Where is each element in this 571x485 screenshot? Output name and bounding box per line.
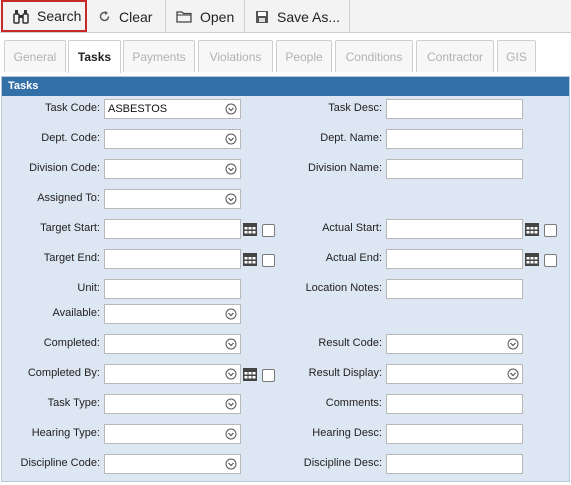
task-desc-input[interactable] bbox=[386, 99, 523, 119]
assigned-to-select[interactable] bbox=[104, 189, 241, 209]
result-code-select[interactable] bbox=[386, 334, 523, 354]
chevron-down-icon bbox=[225, 308, 237, 320]
completed-label: Completed: bbox=[43, 337, 100, 349]
task-type-select[interactable] bbox=[104, 394, 241, 414]
target-end-label: Target End: bbox=[43, 252, 100, 264]
discipline-desc-label: Discipline Desc: bbox=[303, 457, 382, 469]
actual-end-input[interactable] bbox=[386, 249, 523, 269]
hearing-type-select[interactable] bbox=[104, 424, 241, 444]
task-code-select[interactable]: ASBESTOS bbox=[104, 99, 241, 119]
clear-button-label: Clear bbox=[119, 8, 153, 25]
panel-title: Tasks bbox=[2, 77, 569, 96]
target-start-input[interactable] bbox=[104, 219, 241, 239]
completed-by-select[interactable] bbox=[104, 364, 241, 384]
task-type-label: Task Type: bbox=[47, 397, 100, 409]
division-code-select[interactable] bbox=[104, 159, 241, 179]
chevron-down-icon bbox=[225, 163, 237, 175]
chevron-down-icon bbox=[225, 193, 237, 205]
available-label: Available: bbox=[52, 307, 101, 319]
tab-payments[interactable]: Payments bbox=[123, 40, 195, 72]
chevron-down-icon bbox=[507, 338, 519, 350]
refresh-icon bbox=[99, 11, 110, 22]
calendar-icon[interactable] bbox=[524, 221, 540, 237]
unit-input[interactable] bbox=[104, 279, 241, 299]
tab-people[interactable]: People bbox=[276, 40, 332, 72]
binoculars-icon bbox=[13, 9, 29, 24]
chevron-down-icon bbox=[225, 398, 237, 410]
target-start-label: Target Start: bbox=[40, 222, 100, 234]
search-button-label: Search bbox=[37, 8, 82, 24]
location-notes-label: Location Notes: bbox=[305, 282, 382, 294]
task-code-value: ASBESTOS bbox=[108, 103, 168, 115]
open-button-label: Open bbox=[200, 8, 235, 25]
actual-start-input[interactable] bbox=[386, 219, 523, 239]
dept-code-label: Dept. Code: bbox=[41, 132, 100, 144]
search-button[interactable]: Search bbox=[1, 0, 87, 32]
open-button[interactable]: Open bbox=[166, 0, 245, 33]
toolbar: Search Clear Open Save As... bbox=[0, 0, 571, 33]
location-notes-input[interactable] bbox=[386, 279, 523, 299]
division-name-input[interactable] bbox=[386, 159, 523, 179]
tab-label: People bbox=[285, 49, 323, 64]
folder-icon bbox=[176, 11, 192, 23]
chevron-down-icon bbox=[225, 368, 237, 380]
actual-start-checkbox[interactable] bbox=[544, 224, 557, 237]
discipline-code-label: Discipline Code: bbox=[20, 457, 100, 469]
hearing-desc-input[interactable] bbox=[386, 424, 523, 444]
assigned-to-label: Assigned To: bbox=[37, 192, 100, 204]
actual-end-label: Actual End: bbox=[325, 252, 382, 264]
result-display-label: Result Display: bbox=[308, 367, 382, 379]
dept-code-select[interactable] bbox=[104, 129, 241, 149]
task-code-label: Task Code: bbox=[44, 102, 100, 114]
task-desc-label: Task Desc: bbox=[328, 102, 382, 114]
tab-tasks[interactable]: Tasks bbox=[68, 40, 121, 73]
result-display-select[interactable] bbox=[386, 364, 523, 384]
save-as-button[interactable]: Save As... bbox=[245, 0, 350, 33]
chevron-down-icon bbox=[225, 428, 237, 440]
actual-start-label: Actual Start: bbox=[322, 222, 382, 234]
discipline-code-select[interactable] bbox=[104, 454, 241, 474]
division-name-label: Division Name: bbox=[308, 162, 382, 174]
tab-label: GIS bbox=[506, 49, 527, 64]
hearing-type-label: Hearing Type: bbox=[31, 427, 100, 439]
tab-label: Contractor bbox=[426, 49, 484, 64]
chevron-down-icon bbox=[507, 368, 519, 380]
tab-label: Payments bbox=[132, 49, 186, 64]
tab-label: Violations bbox=[209, 49, 262, 64]
comments-label: Comments: bbox=[325, 397, 382, 409]
tab-general[interactable]: General bbox=[4, 40, 66, 72]
comments-input[interactable] bbox=[386, 394, 523, 414]
tab-label: General bbox=[13, 49, 57, 64]
division-code-label: Division Code: bbox=[29, 162, 100, 174]
dept-name-label: Dept. Name: bbox=[320, 132, 382, 144]
hearing-desc-label: Hearing Desc: bbox=[312, 427, 382, 439]
actual-end-checkbox[interactable] bbox=[544, 254, 557, 267]
completed-by-label: Completed By: bbox=[27, 367, 100, 379]
floppy-disk-icon bbox=[256, 10, 268, 23]
tab-label: Tasks bbox=[77, 50, 112, 64]
discipline-desc-input[interactable] bbox=[386, 454, 523, 474]
available-select[interactable] bbox=[104, 304, 241, 324]
dept-name-input[interactable] bbox=[386, 129, 523, 149]
tab-gis[interactable]: GIS bbox=[497, 40, 536, 72]
chevron-down-icon bbox=[225, 458, 237, 470]
chevron-down-icon bbox=[225, 338, 237, 350]
unit-label: Unit: bbox=[77, 282, 100, 294]
result-code-label: Result Code: bbox=[318, 337, 382, 349]
calendar-icon[interactable] bbox=[524, 251, 540, 267]
completed-select[interactable] bbox=[104, 334, 241, 354]
clear-button[interactable]: Clear bbox=[88, 0, 166, 33]
tab-contractor[interactable]: Contractor bbox=[416, 40, 494, 72]
tab-conditions[interactable]: Conditions bbox=[335, 40, 413, 72]
chevron-down-icon bbox=[225, 133, 237, 145]
save-as-button-label: Save As... bbox=[277, 8, 341, 25]
chevron-down-icon bbox=[225, 103, 237, 115]
tab-violations[interactable]: Violations bbox=[198, 40, 273, 72]
tab-label: Conditions bbox=[345, 49, 403, 64]
target-end-input[interactable] bbox=[104, 249, 241, 269]
